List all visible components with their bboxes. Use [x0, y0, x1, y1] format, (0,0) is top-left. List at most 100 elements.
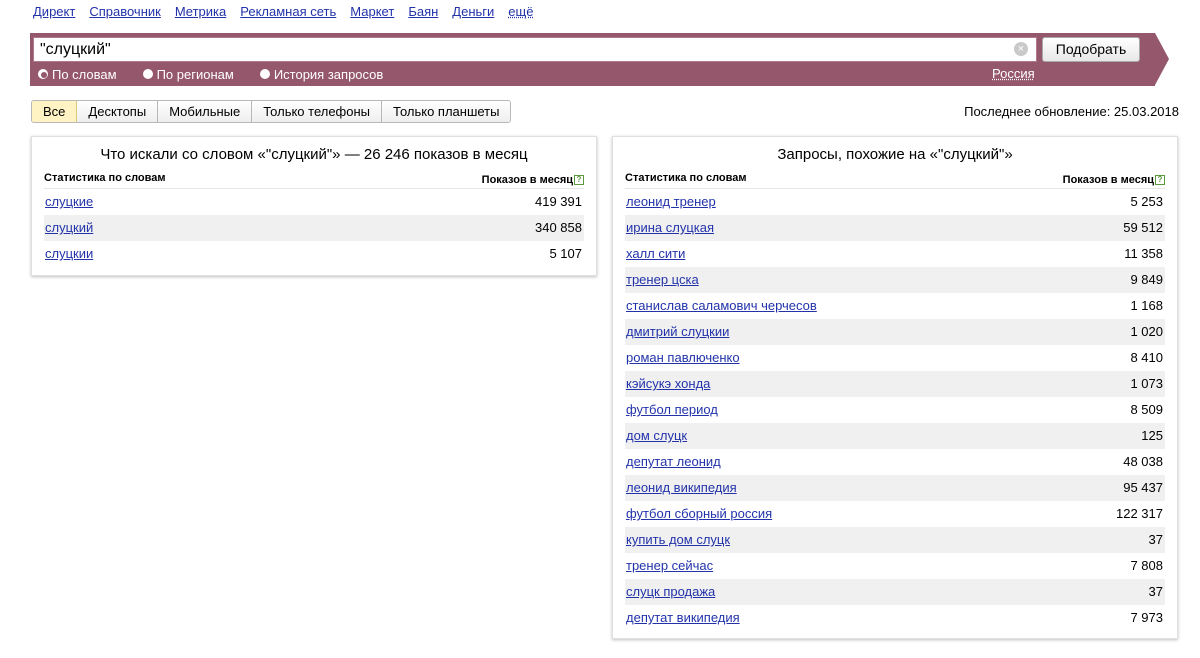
phrase-link[interactable]: ирина слуцкая	[626, 215, 714, 241]
impressions-count: 8 410	[1130, 350, 1163, 365]
phrase-link[interactable]: тренер сейчас	[626, 553, 713, 579]
phrase-link[interactable]: леонид тренер	[626, 189, 716, 215]
table-body: леонид тренер 5 253 ирина слуцкая 59 512 хал…	[625, 189, 1165, 631]
radio-label: История запросов	[273, 66, 384, 82]
nav-link-bayan[interactable]: Баян	[408, 4, 438, 22]
radio-label: По регионам	[156, 66, 234, 82]
phrase-link[interactable]: халл сити	[626, 241, 685, 267]
impressions-count: 1 020	[1130, 324, 1163, 339]
table-body: слуцкие 419 391 слуцкий 340 858 слуцкии 5 107	[44, 189, 584, 267]
table-row: тренер сейчас 7 808	[625, 553, 1165, 579]
nav-link-ad-network[interactable]: Рекламная сеть	[240, 4, 336, 22]
phrase-link[interactable]: роман павлюченко	[626, 345, 740, 371]
impressions-count: 1 073	[1130, 376, 1163, 391]
phrase-link[interactable]: тренер цска	[626, 267, 699, 293]
radio-selected-icon	[38, 69, 48, 79]
tab-phones-only[interactable]: Только телефоны	[252, 101, 383, 122]
table-row: депутат леонид 48 038	[625, 449, 1165, 475]
search-mode-group: По словам По регионам История запросов	[38, 66, 409, 82]
table-row: леонид википедия 95 437	[625, 475, 1165, 501]
impressions-count: 7 973	[1130, 610, 1163, 625]
table-row: слуцкий 340 858	[44, 215, 584, 241]
phrase-link[interactable]: слуцк продажа	[626, 579, 715, 605]
impressions-count: 95 437	[1123, 480, 1163, 495]
phrase-link[interactable]: футбол сборный россия	[626, 501, 772, 527]
impressions-count: 122 317	[1116, 506, 1163, 521]
table-row: ирина слуцкая 59 512	[625, 215, 1165, 241]
nav-link-direct[interactable]: Директ	[33, 4, 75, 22]
column-header-phrase: Статистика по словам	[44, 172, 166, 184]
phrase-link[interactable]: леонид википедия	[626, 475, 737, 501]
table-row: станислав саламович черчесов 1 168	[625, 293, 1165, 319]
nav-link-money[interactable]: Деньги	[452, 4, 494, 22]
table-row: леонид тренер 5 253	[625, 189, 1165, 215]
search-button[interactable]: Подобрать	[1042, 37, 1140, 62]
phrase-link[interactable]: дмитрий слуцкии	[626, 319, 729, 345]
phrase-link[interactable]: депутат леонид	[626, 449, 721, 475]
nav-link-market[interactable]: Маркет	[350, 4, 394, 22]
tab-desktops[interactable]: Десктопы	[77, 101, 159, 122]
search-band-arrow	[1155, 33, 1169, 85]
table-row: дом слуцк 125	[625, 423, 1165, 449]
table-row: слуцкии 5 107	[44, 241, 584, 267]
table-row: депутат википедия 7 973	[625, 605, 1165, 631]
panel-title: Запросы, похожие на «"слуцкий"»	[777, 146, 1013, 163]
impressions-count: 7 808	[1130, 558, 1163, 573]
radio-empty-icon	[259, 69, 270, 79]
panel-similar-queries: Запросы, похожие на «"слуцкий"» Статисти…	[612, 136, 1178, 639]
table-row: слуцк продажа 37	[625, 579, 1165, 605]
phrase-link[interactable]: дом слуцк	[626, 423, 687, 449]
table-row: футбол сборный россия 122 317	[625, 501, 1165, 527]
impressions-count: 1 168	[1130, 298, 1163, 313]
nav-link-more[interactable]: ещё	[508, 4, 533, 22]
phrase-link[interactable]: футбол период	[626, 397, 718, 423]
table-row: слуцкие 419 391	[44, 189, 584, 215]
top-nav: Директ Справочник Метрика Рекламная сеть…	[33, 4, 547, 22]
impressions-count: 8 509	[1130, 402, 1163, 417]
phrase-link[interactable]: слуцкий	[45, 215, 93, 241]
table-header: Статистика по словам Показов в месяц ?	[625, 171, 1165, 189]
tab-mobile[interactable]: Мобильные	[158, 101, 253, 122]
column-header-count: Показов в месяц	[1062, 173, 1154, 186]
region-link[interactable]: Россия	[992, 66, 1035, 81]
phrase-link[interactable]: слуцкие	[45, 189, 93, 215]
impressions-count: 419 391	[535, 194, 582, 209]
table-header: Статистика по словам Показов в месяц ?	[44, 171, 584, 189]
table-row: кэйсукэ хонда 1 073	[625, 371, 1165, 397]
table-row: дмитрий слуцкии 1 020	[625, 319, 1165, 345]
table-row: тренер цска 9 849	[625, 267, 1165, 293]
impressions-count: 5 107	[549, 246, 582, 261]
impressions-count: 48 038	[1123, 454, 1163, 469]
phrase-link[interactable]: кэйсукэ хонда	[626, 371, 710, 397]
phrase-link[interactable]: станислав саламович черчесов	[626, 293, 817, 319]
radio-by-words[interactable]: По словам	[38, 66, 117, 82]
nav-link-metrika[interactable]: Метрика	[175, 4, 226, 22]
impressions-count: 37	[1148, 532, 1163, 547]
tab-all[interactable]: Все	[32, 101, 78, 122]
table-row: роман павлюченко 8 410	[625, 345, 1165, 371]
panel-word-stats: Что искали со словом «"слуцкий"» — 26 24…	[31, 136, 597, 276]
impressions-count: 340 858	[535, 220, 582, 235]
help-icon[interactable]: ?	[1155, 174, 1165, 185]
radio-by-regions[interactable]: По регионам	[142, 66, 234, 82]
phrase-link[interactable]: депутат википедия	[626, 605, 740, 631]
help-icon[interactable]: ?	[574, 174, 584, 185]
impressions-count: 59 512	[1123, 220, 1163, 235]
clear-icon[interactable]: ×	[1014, 42, 1028, 56]
table-row: халл сити 11 358	[625, 241, 1165, 267]
last-updated: Последнее обновление: 25.03.2018	[964, 104, 1179, 119]
table-row: купить дом слуцк 37	[625, 527, 1165, 553]
radio-query-history[interactable]: История запросов	[259, 66, 384, 82]
phrase-link[interactable]: слуцкии	[45, 241, 93, 267]
table-row: футбол период 8 509	[625, 397, 1165, 423]
tab-tablets-only[interactable]: Только планшеты	[382, 101, 511, 122]
impressions-count: 9 849	[1130, 272, 1163, 287]
radio-label: По словам	[52, 66, 117, 82]
impressions-count: 5 253	[1130, 194, 1163, 209]
impressions-count: 37	[1148, 584, 1163, 599]
nav-link-reference[interactable]: Справочник	[89, 4, 161, 22]
search-input[interactable]: "слуцкий"	[33, 37, 1037, 62]
phrase-link[interactable]: купить дом слуцк	[626, 527, 730, 553]
radio-empty-icon	[142, 69, 153, 79]
column-header-phrase: Статистика по словам	[625, 172, 747, 184]
